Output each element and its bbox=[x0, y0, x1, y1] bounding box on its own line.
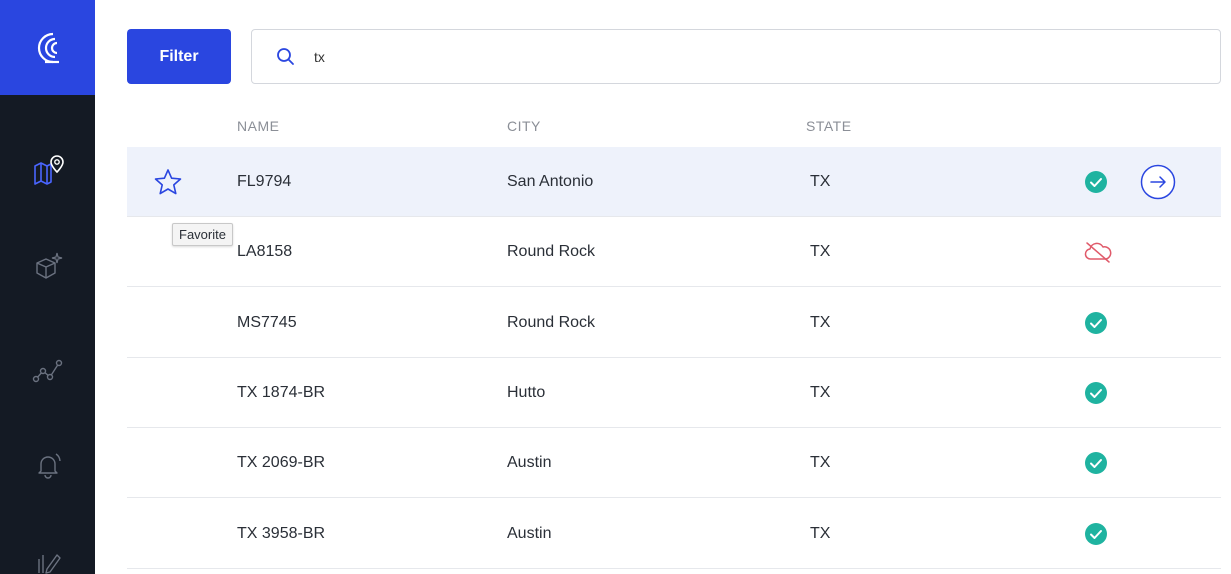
cube-sparkle-icon bbox=[35, 252, 62, 279]
cell-city: Hutto bbox=[507, 384, 546, 401]
table-row[interactable]: MS7745 Round Rock TX bbox=[127, 288, 1221, 358]
edit-icon bbox=[37, 554, 61, 574]
cell-state: TX bbox=[810, 243, 831, 260]
table-row[interactable]: TX 1874-BR Hutto TX bbox=[127, 358, 1221, 428]
cell-name: LA8158 bbox=[237, 243, 293, 260]
sidebar-item-map[interactable] bbox=[0, 140, 95, 200]
cell-city: Austin bbox=[507, 454, 552, 471]
cell-city: Round Rock bbox=[507, 243, 596, 260]
cell-city: Austin bbox=[507, 525, 552, 542]
cell-name: TX 1874-BR bbox=[237, 384, 326, 401]
column-header-name[interactable]: NAME bbox=[237, 118, 279, 134]
check-circle-icon bbox=[1085, 171, 1107, 193]
analytics-line-icon bbox=[32, 359, 62, 383]
check-circle-icon bbox=[1085, 382, 1107, 404]
cloud-off-icon bbox=[1084, 242, 1112, 263]
favorite-tooltip: Favorite bbox=[172, 223, 233, 246]
column-header-city[interactable]: CITY bbox=[507, 118, 541, 134]
cell-name: TX 3958-BR bbox=[237, 525, 326, 542]
brand-logo-icon bbox=[37, 32, 59, 63]
search-input[interactable] bbox=[314, 44, 1194, 70]
table-row[interactable]: FL9794 San Antonio TX bbox=[127, 147, 1221, 217]
cell-state: TX bbox=[810, 454, 831, 471]
table-row[interactable]: TX 2069-BR Austin TX bbox=[127, 428, 1221, 498]
cell-city: Round Rock bbox=[507, 314, 596, 331]
sidebar-item-alerts[interactable] bbox=[0, 435, 95, 495]
star-icon[interactable] bbox=[153, 168, 183, 196]
table-row[interactable]: LA8158 Round Rock TX bbox=[127, 217, 1221, 287]
cell-name: MS7745 bbox=[237, 314, 297, 331]
cell-state: TX bbox=[810, 173, 831, 190]
check-circle-icon bbox=[1085, 452, 1107, 474]
cell-name: FL9794 bbox=[237, 173, 292, 190]
arrow-right-circle-icon[interactable] bbox=[1140, 164, 1176, 200]
cell-state: TX bbox=[810, 314, 831, 331]
bell-icon bbox=[37, 453, 61, 479]
column-header-state[interactable]: STATE bbox=[806, 118, 852, 134]
sidebar-item-edit[interactable] bbox=[0, 530, 95, 574]
search-icon bbox=[277, 48, 294, 65]
search-field[interactable] bbox=[251, 29, 1221, 84]
brand-logo[interactable] bbox=[0, 0, 95, 95]
sidebar-item-analytics[interactable] bbox=[0, 340, 95, 400]
sidebar bbox=[0, 0, 95, 574]
cell-name: TX 2069-BR bbox=[237, 454, 326, 471]
map-pin-icon bbox=[33, 155, 64, 185]
cell-state: TX bbox=[810, 384, 831, 401]
filter-button[interactable]: Filter bbox=[127, 29, 231, 84]
check-circle-icon bbox=[1085, 312, 1107, 334]
check-circle-icon bbox=[1085, 523, 1107, 545]
cell-state: TX bbox=[810, 525, 831, 542]
sidebar-item-devices[interactable] bbox=[0, 236, 95, 296]
table-row[interactable]: TX 3958-BR Austin TX bbox=[127, 499, 1221, 569]
cell-city: San Antonio bbox=[507, 173, 594, 190]
